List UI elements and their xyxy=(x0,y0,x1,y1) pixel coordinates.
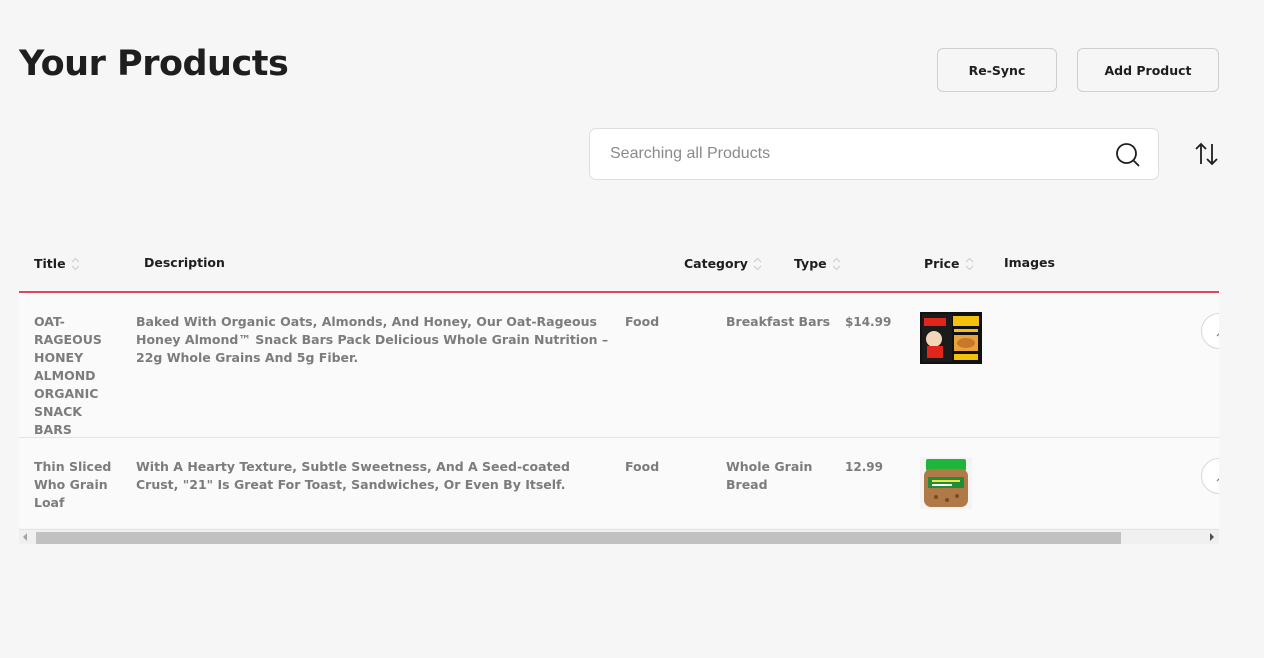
scroll-left-arrow-icon[interactable] xyxy=(23,533,27,541)
sort-arrows-icon xyxy=(71,257,79,270)
scroll-right-arrow-icon[interactable] xyxy=(1210,533,1214,541)
search-input[interactable] xyxy=(610,142,1100,166)
row-actions xyxy=(1201,293,1219,437)
cell-title: OAT-RAGEOUS HONEY ALMOND ORGANIC SNACK B… xyxy=(34,314,102,437)
cell-category: Food xyxy=(625,314,660,329)
sort-arrows-icon xyxy=(753,257,762,270)
sort-arrows-icon xyxy=(832,257,841,270)
cell-type: Whole Grain Bread xyxy=(726,459,813,492)
horizontal-scrollbar[interactable] xyxy=(19,529,1219,544)
sort-arrows-icon xyxy=(965,257,973,270)
product-image-snack-bars xyxy=(920,312,982,369)
edit-button[interactable] xyxy=(1201,313,1219,349)
cell-price: 12.99 xyxy=(845,460,883,474)
column-header-images: Images xyxy=(1004,255,1055,270)
row-actions xyxy=(1201,438,1219,528)
column-header-type[interactable]: Type xyxy=(794,256,841,271)
cell-price: $14.99 xyxy=(845,315,892,329)
cell-description: Baked With Organic Oats, Almonds, And Ho… xyxy=(136,314,609,365)
products-page: Your Products Re-Sync Add Product Title xyxy=(0,0,1264,658)
product-image-bread xyxy=(920,457,972,514)
cell-title: Thin Sliced Who Grain Loaf xyxy=(34,459,112,510)
cell-description: With A Hearty Texture, Subtle Sweetness,… xyxy=(136,459,570,492)
column-header-category[interactable]: Category xyxy=(684,256,762,271)
add-product-button[interactable]: Add Product xyxy=(1077,48,1219,92)
resync-button[interactable]: Re-Sync xyxy=(937,48,1057,92)
column-header-title[interactable]: Title xyxy=(34,256,80,271)
table-row: OAT-RAGEOUS HONEY ALMOND ORGANIC SNACK B… xyxy=(19,293,1219,438)
edit-icon xyxy=(1216,478,1219,482)
edit-icon xyxy=(1216,333,1219,337)
column-header-price[interactable]: Price xyxy=(924,256,974,271)
sort-toggle-icon[interactable] xyxy=(1194,140,1220,168)
page-title: Your Products xyxy=(19,44,289,84)
column-header-description: Description xyxy=(144,255,225,270)
cell-type: Breakfast Bars xyxy=(726,314,831,329)
search-icon[interactable] xyxy=(1115,142,1141,168)
edit-button[interactable] xyxy=(1201,458,1219,494)
search-bar xyxy=(589,128,1159,180)
table-row: Thin Sliced Who Grain Loaf With A Hearty… xyxy=(19,438,1219,528)
cell-category: Food xyxy=(625,459,660,474)
scrollbar-thumb[interactable] xyxy=(36,532,1121,544)
